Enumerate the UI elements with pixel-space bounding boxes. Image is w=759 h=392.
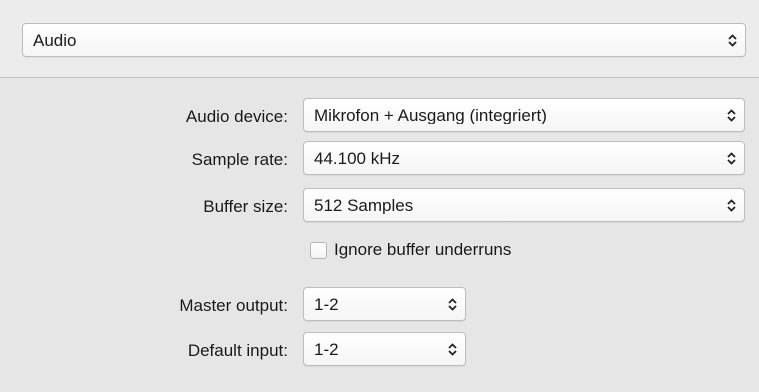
audio-device-popup[interactable]: Mikrofon + Ausgang (integriert) — [303, 98, 745, 132]
sample-rate-value: 44.100 kHz — [314, 149, 400, 167]
ignore-underruns-row: Ignore buffer underruns — [310, 240, 511, 260]
sample-rate-popup[interactable]: 44.100 kHz — [303, 141, 745, 175]
up-down-chevron-icon — [718, 189, 744, 221]
up-down-chevron-icon — [439, 333, 465, 365]
sample-rate-label: Sample rate: — [191, 150, 288, 169]
ignore-underruns-checkbox[interactable] — [310, 241, 327, 259]
master-output-label: Master output: — [179, 296, 288, 315]
up-down-chevron-icon — [718, 142, 744, 174]
section-popup-value: Audio — [33, 31, 77, 49]
default-input-popup[interactable]: 1-2 — [303, 332, 466, 366]
default-input-value: 1-2 — [314, 340, 339, 358]
master-output-popup[interactable]: 1-2 — [303, 287, 466, 321]
section-popup[interactable]: Audio — [22, 23, 746, 57]
ignore-underruns-label[interactable]: Ignore buffer underruns — [334, 240, 511, 260]
default-input-label: Default input: — [187, 341, 288, 360]
audio-device-label: Audio device: — [185, 107, 288, 126]
up-down-chevron-icon — [718, 99, 744, 131]
buffer-size-label: Buffer size: — [203, 197, 288, 216]
buffer-size-popup[interactable]: 512 Samples — [303, 188, 745, 222]
master-output-value: 1-2 — [314, 295, 339, 313]
audio-device-value: Mikrofon + Ausgang (integriert) — [314, 106, 547, 124]
up-down-chevron-icon — [439, 288, 465, 320]
buffer-size-value: 512 Samples — [314, 196, 414, 214]
up-down-chevron-icon — [719, 24, 745, 56]
